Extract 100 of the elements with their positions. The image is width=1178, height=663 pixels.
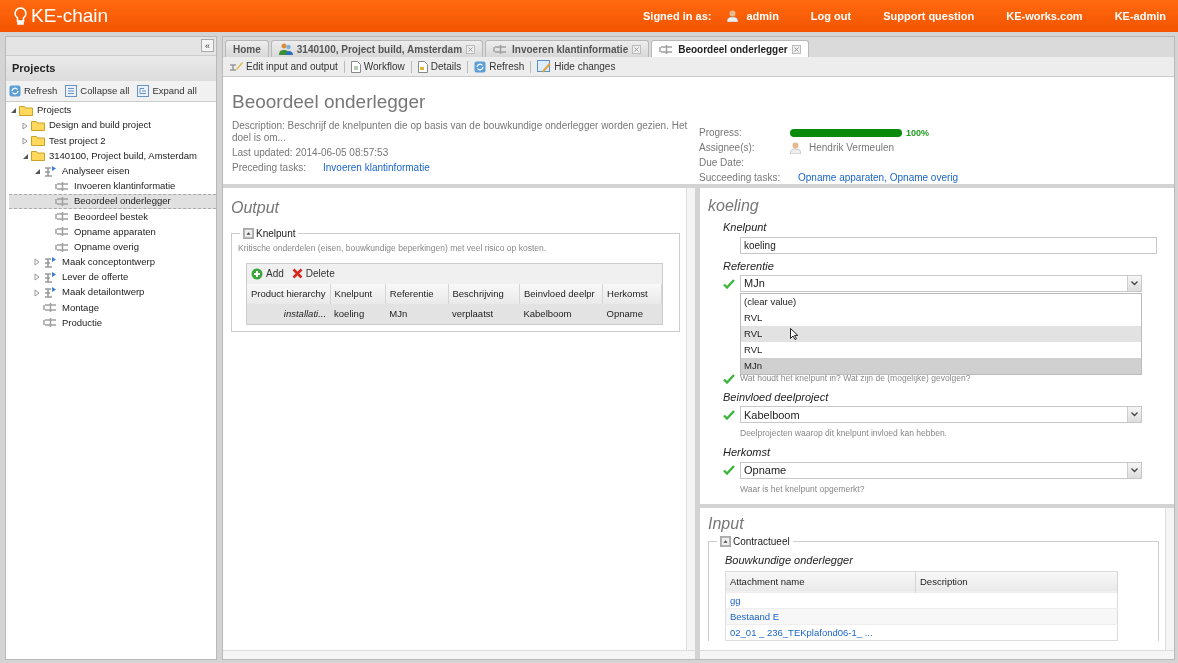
details-icon	[417, 60, 428, 73]
text-field[interactable]: koeling	[740, 236, 1157, 254]
dropdown-option[interactable]: MJn	[741, 358, 1141, 375]
table-cell: Opname	[602, 304, 662, 325]
attachment-link[interactable]: Bestaand E	[730, 610, 780, 622]
fieldset-legend: Knelpunt	[256, 226, 296, 242]
tree-item[interactable]: Opname overig	[74, 239, 139, 255]
refresh-icon	[9, 84, 21, 97]
hint-text: Kritische onderdelen (eisen, bouwkundige beperkingen) met veel risico op kosten.	[238, 242, 548, 255]
task-icon	[55, 180, 70, 192]
column-header[interactable]: Herkomst	[602, 283, 662, 305]
expander-icon[interactable]	[9, 106, 17, 115]
toolbar-button[interactable]: Hide changes	[535, 59, 618, 74]
tree-item[interactable]: Beoordeel bestek	[74, 209, 148, 224]
refresh-icon	[474, 60, 487, 73]
add-button[interactable]: Add	[251, 266, 284, 282]
tree-item[interactable]: Maak conceptontwerp	[62, 255, 155, 270]
user-icon	[727, 10, 739, 22]
tree-item[interactable]: Opname apparaten	[74, 224, 156, 239]
add-icon	[251, 267, 263, 280]
tab[interactable]: 3140100, Project build, Amsterdam	[270, 40, 484, 57]
dropdown-option[interactable]: RVL	[741, 342, 1141, 359]
dropdown-option[interactable]: RVL	[741, 326, 1141, 343]
column-header[interactable]: Product hierarchy	[247, 283, 331, 305]
doc-icon	[350, 60, 361, 73]
task-link[interactable]: Invoeren klantinformatie	[323, 160, 699, 175]
subtitle: Bouwkundige onderlegger	[725, 553, 854, 569]
column-header[interactable]: Beschrijving	[448, 283, 520, 305]
caret-icon	[1131, 412, 1138, 418]
delete-button[interactable]: Delete	[291, 266, 335, 282]
last-updated-text: Last updated: 2014-06-05 08:57:53	[232, 145, 390, 160]
toolbar-button[interactable]: Details	[415, 59, 464, 74]
column-header[interactable]: Beinvloed deelpr	[519, 283, 603, 305]
task-icon	[493, 43, 509, 55]
dropdown-option[interactable]: (clear value)	[741, 294, 1141, 311]
folder-icon	[19, 104, 33, 116]
column-header[interactable]: Attachment name	[725, 571, 916, 593]
folder-icon	[31, 150, 45, 162]
tree-item[interactable]: Analyseer eisen	[62, 163, 130, 179]
tree-item[interactable]: Projects	[37, 103, 72, 118]
delete-icon	[291, 268, 303, 280]
attachment-link[interactable]: 02_01 _ 236_TEKplafond06-1_ ...	[730, 626, 873, 638]
close-icon[interactable]	[466, 44, 476, 54]
tab[interactable]: Home	[225, 40, 269, 57]
tree-item[interactable]: Invoeren klantinformatie	[74, 179, 176, 194]
dropdown-field[interactable]: Opname	[740, 461, 1142, 479]
dropdown-field[interactable]: MJn	[740, 275, 1142, 293]
scrollbar[interactable]	[1165, 508, 1174, 650]
collapse-icon[interactable]	[720, 536, 731, 548]
toolbar-button[interactable]: Workflow	[348, 59, 407, 74]
dropdown-field[interactable]: Kabelboom	[740, 406, 1142, 424]
folder-icon	[31, 120, 45, 132]
close-icon[interactable]	[632, 44, 642, 54]
column-header[interactable]: Knelpunt	[330, 283, 386, 305]
caret-icon	[1131, 281, 1138, 287]
tree-item[interactable]: 3140100, Project build, Amsterdam	[49, 148, 197, 164]
attachment-link[interactable]: gg	[730, 594, 741, 606]
task-title: Beoordeel onderlegger	[232, 91, 427, 114]
field-label: Progress:	[699, 126, 743, 140]
task-link[interactable]: Opname apparaten, Opname overig	[798, 171, 959, 185]
tree-item[interactable]: Productie	[62, 315, 103, 331]
close-icon[interactable]	[791, 44, 801, 54]
hide-icon	[537, 60, 552, 73]
toolbar-button[interactable]: Edit input and output	[227, 59, 340, 74]
tree-item[interactable]: Design and build project	[49, 118, 151, 133]
column-header[interactable]: Description	[915, 571, 1118, 593]
task-icon	[43, 317, 58, 329]
toolbar-button[interactable]: Expand all	[137, 83, 197, 98]
field-label: Assignee(s):	[699, 141, 756, 155]
section-title: koeling	[708, 196, 760, 216]
toolbar-button[interactable]: Refresh	[9, 83, 58, 98]
toolbar-button[interactable]: Collapse all	[65, 83, 130, 98]
dropdown-option[interactable]: RVL	[741, 310, 1141, 327]
tree-item[interactable]: Montage	[62, 300, 99, 315]
collapse-icon[interactable]	[243, 228, 254, 240]
tree-item[interactable]: Maak detailontwerp	[62, 285, 145, 300]
field-label: Preceding tasks:	[232, 160, 307, 175]
tree-item[interactable]: Test project 2	[49, 133, 106, 148]
field-label: Herkomst	[723, 445, 772, 461]
tree-item[interactable]: Lever de offerte	[62, 270, 129, 285]
person-icon	[790, 142, 801, 154]
tab[interactable]: Invoeren klantinformatie	[485, 40, 650, 57]
scrollbar[interactable]	[223, 650, 695, 659]
expander-icon[interactable]	[33, 167, 41, 176]
collapse-button[interactable]: «	[201, 39, 214, 52]
task-icon	[43, 302, 58, 314]
collapse-icon	[65, 84, 78, 97]
scrollbar[interactable]	[686, 188, 695, 650]
field-label: Succeeding tasks:	[699, 171, 782, 185]
scrollbar[interactable]	[700, 650, 1174, 659]
field-label: Referentie	[723, 258, 775, 274]
toolbar-button[interactable]: Refresh	[472, 59, 527, 74]
signed-in-label: Signed in as:	[643, 8, 712, 24]
tab[interactable]: Beoordeel onderlegger	[651, 40, 809, 57]
section-title: Output	[231, 198, 281, 218]
column-header[interactable]: Referentie	[385, 283, 448, 305]
process-icon	[43, 270, 58, 284]
task-icon	[55, 226, 70, 238]
progress-value: 100%	[906, 127, 930, 140]
logo-icon	[14, 7, 27, 25]
